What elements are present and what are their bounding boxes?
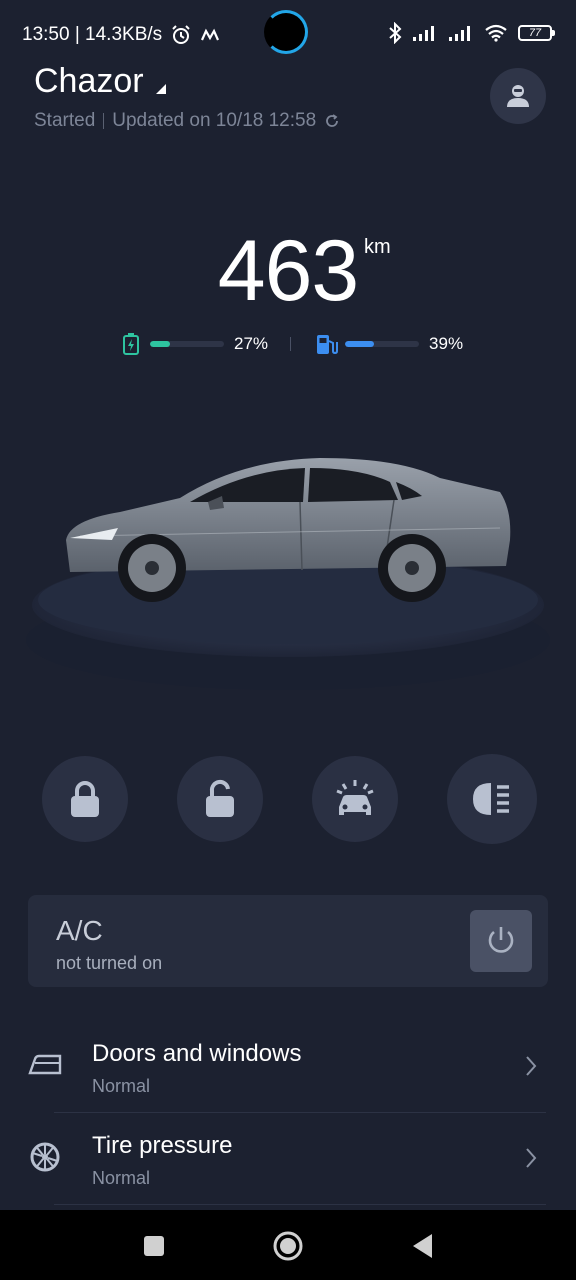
car-image [0, 440, 576, 700]
lock-button[interactable] [42, 756, 128, 842]
range-unit: km [364, 236, 391, 258]
battery-status-icon: 77 [518, 25, 555, 41]
camera-cutout [264, 10, 308, 54]
row-divider [54, 1204, 546, 1205]
wifi-icon [485, 24, 507, 42]
status-right: 77 [388, 22, 555, 44]
battery-charge-icon [123, 333, 139, 355]
ac-title: A/C [56, 915, 103, 946]
status-left: 13:50 | 14.3KB/s [22, 24, 220, 46]
ac-card: A/C not turned on [28, 895, 548, 987]
car-status-line: Started Updated on 10/18 12:58 [34, 110, 340, 132]
tire-pressure-status: Normal [92, 1168, 151, 1188]
update-time: Updated on 10/18 12:58 [112, 110, 317, 131]
status-bar: 13:50 | 14.3KB/s 77 [0, 0, 576, 68]
battery-status-level: 77 [528, 27, 542, 39]
doors-windows-title: Doors and windows [92, 1040, 302, 1067]
headlight-button[interactable] [447, 754, 537, 844]
range-value: 463 [217, 223, 359, 319]
fuel-level-fill [345, 341, 374, 347]
car-illustration [26, 458, 550, 690]
unlock-icon [206, 779, 234, 817]
dropdown-triangle-icon [155, 83, 166, 94]
car-alarm-icon [336, 780, 374, 815]
tire-pressure-row[interactable]: Tire pressure Normal [0, 1114, 576, 1204]
recents-button[interactable] [132, 1224, 176, 1268]
fuel-pump-icon [317, 335, 339, 355]
unlock-button[interactable] [177, 756, 263, 842]
energy-levels: 27% 39% [118, 332, 478, 356]
signal-icon-2 [449, 26, 470, 41]
quick-controls [0, 754, 576, 846]
system-nav-bar [0, 1210, 576, 1280]
chevron-right-icon [526, 1056, 537, 1076]
car-door-icon [26, 1046, 64, 1084]
tire-icon [26, 1138, 64, 1176]
signal-icon [413, 26, 434, 41]
battery-level-text: 27% [234, 334, 269, 353]
user-avatar-icon [507, 85, 529, 107]
ac-power-button[interactable] [470, 910, 532, 972]
profile-button[interactable] [490, 68, 546, 124]
refresh-icon[interactable] [324, 113, 340, 129]
app-notification-icon [201, 28, 220, 41]
battery-level-fill [150, 341, 170, 347]
car-selector[interactable]: Chazor [34, 62, 166, 101]
bluetooth-icon [389, 22, 402, 44]
battery-level-bar [150, 341, 224, 347]
find-car-button[interactable] [312, 756, 398, 842]
ac-status: not turned on [56, 953, 163, 973]
recents-icon [144, 1236, 164, 1256]
headlight-icon [473, 783, 509, 815]
chevron-right-icon [526, 1148, 537, 1168]
level-divider [290, 337, 292, 351]
back-icon [413, 1234, 432, 1258]
tire-pressure-title: Tire pressure [92, 1132, 233, 1159]
row-divider [54, 1112, 546, 1113]
fuel-level-text: 39% [429, 334, 464, 353]
home-button[interactable] [266, 1224, 310, 1268]
home-icon [273, 1231, 303, 1261]
status-divider [103, 113, 105, 129]
doors-windows-status: Normal [92, 1076, 151, 1096]
alarm-icon [172, 25, 190, 44]
status-time: 13:50 | 14.3KB/s [22, 24, 163, 45]
car-status: Started [34, 110, 96, 131]
range-display: 463 km [0, 222, 576, 321]
fuel-level-bar [345, 341, 420, 347]
car-name: Chazor [34, 62, 144, 100]
lock-icon [71, 781, 99, 817]
power-icon [488, 927, 514, 953]
back-button[interactable] [400, 1224, 444, 1268]
doors-windows-row[interactable]: Doors and windows Normal [0, 1022, 576, 1112]
